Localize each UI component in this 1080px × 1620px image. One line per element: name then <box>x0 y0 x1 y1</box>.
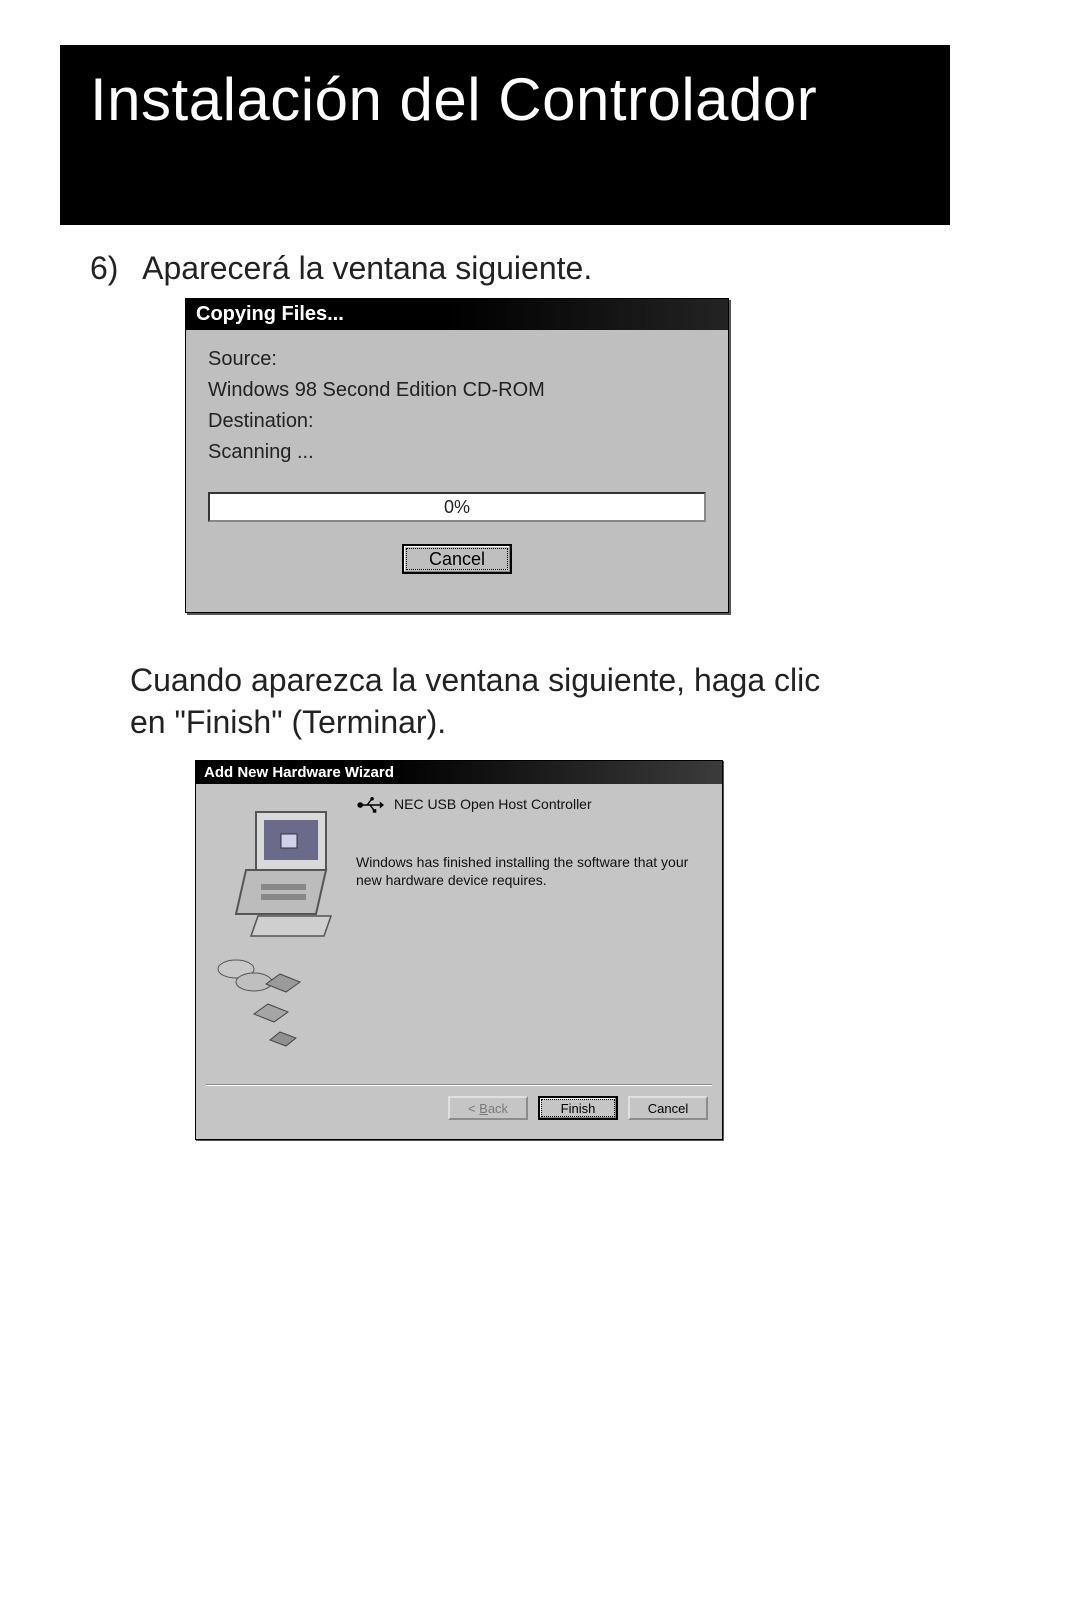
hardware-wizard-body: NEC USB Open Host Controller Windows has… <box>196 784 722 1084</box>
device-name: NEC USB Open Host Controller <box>394 796 592 812</box>
cancel-button-label: Cancel <box>429 549 485 569</box>
usb-icon <box>356 796 384 814</box>
progress-bar: 0% <box>208 492 706 522</box>
hardware-wizard-titlebar: Add New Hardware Wizard <box>196 761 722 784</box>
instruction-text: Cuando aparezca la ventana siguiente, ha… <box>130 662 820 740</box>
finish-button[interactable]: Finish <box>538 1096 618 1120</box>
destination-value: Scanning ... <box>208 441 706 464</box>
wizard-message: Windows has finished installing the soft… <box>356 854 710 889</box>
wizard-cancel-button[interactable]: Cancel <box>628 1096 708 1120</box>
copying-files-dialog: Copying Files... Source: Windows 98 Seco… <box>185 298 729 613</box>
instruction-paragraph: Cuando aparezca la ventana siguiente, ha… <box>130 660 840 743</box>
destination-label: Destination: <box>208 410 706 433</box>
wizard-cancel-label: Cancel <box>648 1101 688 1116</box>
copying-files-title: Copying Files... <box>196 303 344 325</box>
wizard-graphic <box>196 784 356 1084</box>
source-label: Source: <box>208 348 706 371</box>
source-value: Windows 98 Second Edition CD-ROM <box>208 379 706 402</box>
wizard-content: NEC USB Open Host Controller Windows has… <box>356 784 722 1084</box>
back-button: < Back <box>448 1096 528 1120</box>
copying-files-titlebar: Copying Files... <box>186 299 728 330</box>
section-title: Instalación del Controlador <box>60 45 950 225</box>
hardware-wizard-dialog: Add New Hardware Wizard <box>195 760 723 1140</box>
copying-files-body: Source: Windows 98 Second Edition CD-ROM… <box>186 330 728 592</box>
finish-button-label: Finish <box>561 1101 596 1116</box>
cancel-button[interactable]: Cancel <box>402 544 512 574</box>
step-number: 6) <box>90 250 135 287</box>
step-6-line: 6) Aparecerá la ventana siguiente. <box>90 250 592 287</box>
section-title-text: Instalación del Controlador <box>90 66 817 133</box>
progress-text: 0% <box>444 497 470 518</box>
wizard-button-row: < Back Finish Cancel <box>196 1086 722 1120</box>
computer-hardware-icon <box>206 794 346 1064</box>
back-button-label: < Back <box>468 1101 508 1116</box>
hardware-wizard-title: Add New Hardware Wizard <box>204 764 394 781</box>
step-text: Aparecerá la ventana siguiente. <box>142 250 592 286</box>
